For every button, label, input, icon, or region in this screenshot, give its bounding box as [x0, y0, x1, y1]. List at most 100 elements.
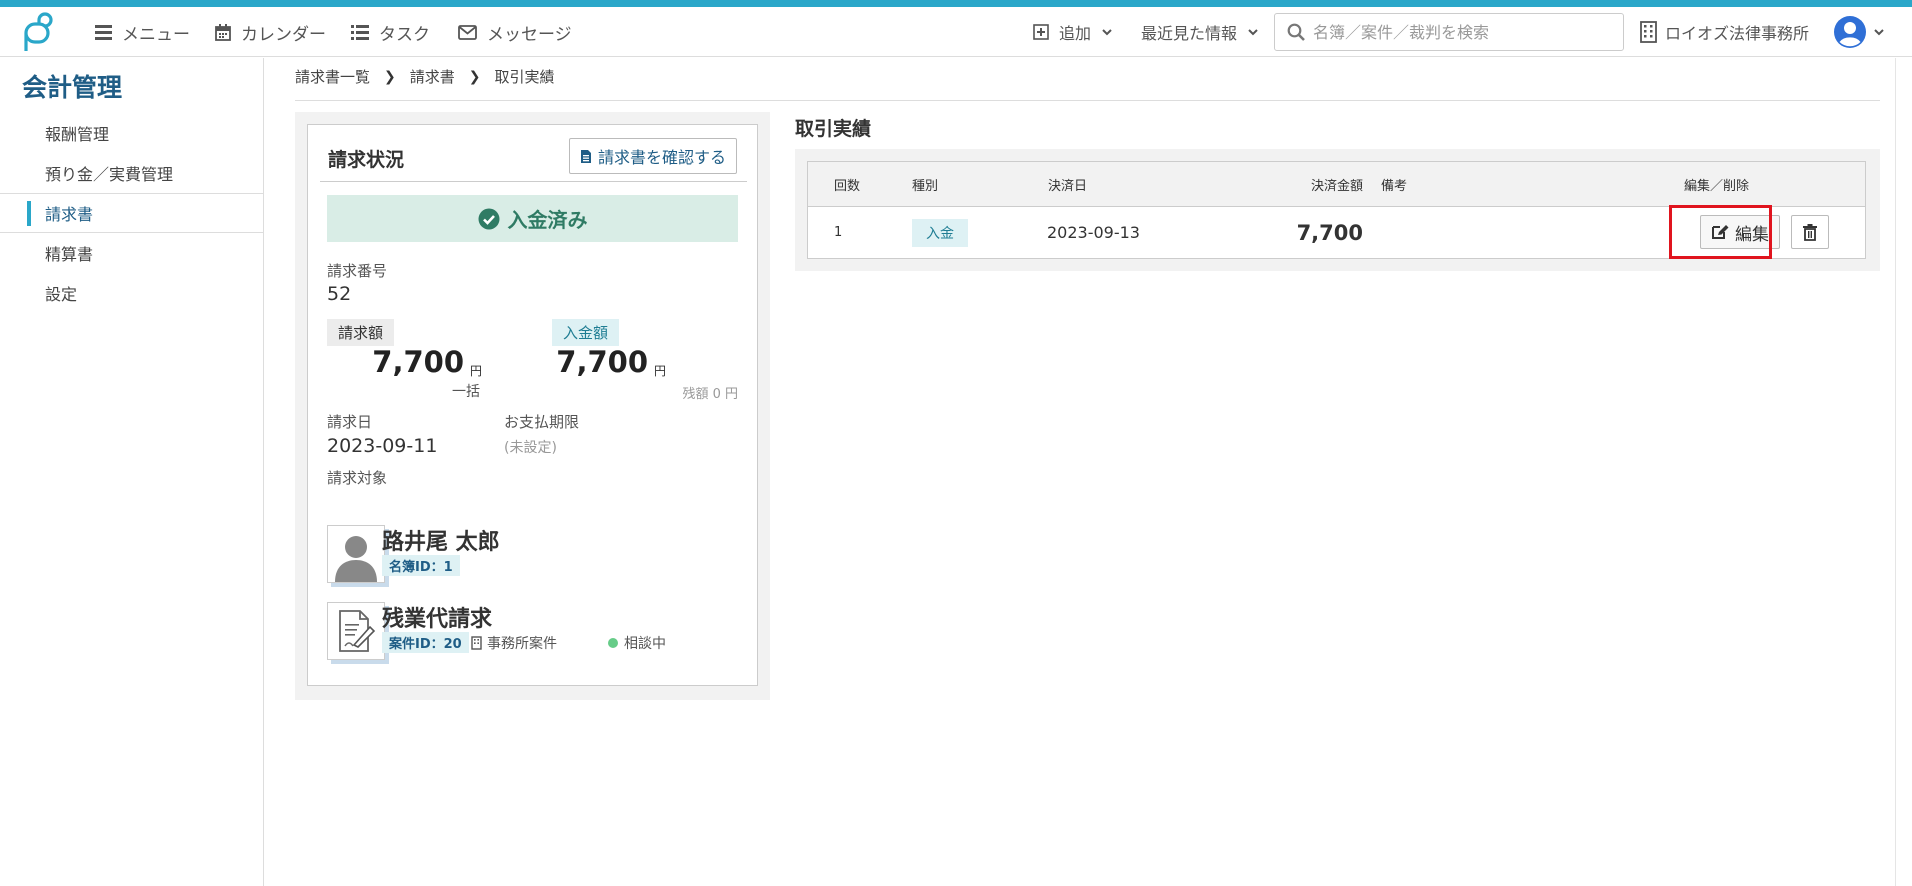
billed-amount-value: 7,700 — [372, 345, 464, 379]
case-status-label: 相談中 — [624, 636, 666, 652]
sidebar-item-label: 精算書 — [45, 245, 94, 264]
recent-label: 最近見た情報 — [1141, 24, 1238, 43]
message-label: メッセージ — [487, 24, 572, 45]
sidebar-item-deposit-management[interactable]: 預り金／実費管理 — [0, 153, 263, 193]
header-amount: 決済金額 — [1310, 179, 1363, 194]
case-type-label: 事務所案件 — [487, 636, 557, 652]
person-avatar-image — [327, 525, 385, 583]
recent-dropdown[interactable]: 最近見た情報 — [1141, 7, 1258, 57]
payment-status-banner: 入金済み — [327, 195, 738, 242]
transactions-table: 回数 種別 決済日 決済金額 備考 編集／削除 1 入金 2023-09-13 … — [807, 161, 1866, 259]
sidebar-item-label: 設定 — [45, 285, 78, 304]
row-type: 入金 — [912, 207, 968, 258]
case-type: 事務所案件 — [471, 633, 557, 653]
firm-name: ロイオズ法律事務所 — [1665, 24, 1810, 43]
building-icon — [471, 636, 482, 650]
sidebar-item-label: 請求書 — [45, 205, 94, 224]
sidebar-item-label: 報酬管理 — [45, 125, 110, 144]
paid-amount-value: 7,700 — [556, 345, 648, 379]
scrollbar-track[interactable] — [1895, 58, 1912, 886]
add-label: 追加 — [1059, 24, 1092, 43]
billed-amount-unit: 円 — [470, 364, 483, 378]
search-box[interactable] — [1274, 13, 1624, 51]
billed-amount-note: 一括 — [452, 384, 480, 400]
task-label: タスク — [379, 24, 430, 45]
user-avatar-icon — [1834, 16, 1866, 48]
remaining-amount: 残額 0 円 — [682, 387, 738, 402]
invoice-status-panel: 請求状況 請求書を確認する 入金済み 請求番号 52 請求額 入金額 7,700… — [295, 112, 770, 700]
chevron-right-icon: ❯ — [468, 68, 481, 85]
breadcrumb: 請求書一覧 ❯ 請求書 ❯ 取引実績 — [295, 66, 555, 87]
sidebar-item-settings[interactable]: 設定 — [0, 273, 263, 313]
delete-button[interactable] — [1791, 215, 1829, 249]
person-name[interactable]: 路井尾 太郎 — [382, 524, 500, 556]
confirm-invoice-label: 請求書を確認する — [597, 148, 726, 167]
sidebar-item-fee-management[interactable]: 報酬管理 — [0, 113, 263, 153]
paid-amount-unit: 円 — [654, 364, 667, 378]
table-header: 回数 種別 決済日 決済金額 備考 編集／削除 — [808, 162, 1865, 207]
person-id-badge: 名簿ID：1 — [382, 555, 460, 576]
case-icon-box — [327, 602, 385, 660]
add-dropdown[interactable]: 追加 — [1033, 7, 1112, 57]
top-accent-line — [0, 0, 1912, 7]
card-divider — [320, 181, 747, 182]
invoice-status-title: 請求状況 — [328, 149, 405, 171]
edit-label: 編集 — [1735, 224, 1769, 245]
billing-target-label: 請求対象 — [327, 469, 388, 487]
top-bar: メニュー カレンダー タスク メッセージ 追加 最近見た情報 ロイオズ法律事務所 — [0, 7, 1912, 57]
row-amount: 7,700 — [1296, 220, 1363, 245]
invoice-number-value: 52 — [327, 283, 352, 305]
check-circle-icon — [478, 208, 499, 229]
chevron-down-icon — [1102, 28, 1112, 35]
header-actions: 編集／削除 — [1684, 179, 1750, 194]
sidebar-item-label: 預り金／実費管理 — [45, 165, 174, 184]
case-id-badge: 案件ID：20 — [382, 632, 469, 653]
app-logo[interactable] — [18, 11, 58, 53]
due-date-value: (未設定) — [504, 440, 557, 456]
user-menu[interactable] — [1834, 7, 1884, 57]
firm-switcher[interactable]: ロイオズ法律事務所 — [1640, 7, 1809, 57]
document-icon — [580, 149, 591, 163]
breadcrumb-invoice[interactable]: 請求書 — [410, 66, 455, 87]
paid-amount-label: 入金額 — [552, 319, 620, 346]
row-count: 1 — [834, 225, 843, 240]
invoice-number-label: 請求番号 — [327, 262, 388, 280]
calendar-label: カレンダー — [241, 24, 326, 45]
envelope-icon — [458, 24, 477, 40]
search-icon — [1287, 23, 1305, 41]
building-icon — [1640, 21, 1657, 43]
breadcrumb-divider — [295, 100, 1880, 101]
status-dot-icon — [608, 638, 618, 648]
transactions-title: 取引実績 — [795, 118, 872, 140]
trash-icon — [1803, 223, 1817, 241]
case-name[interactable]: 残業代請求 — [382, 601, 492, 633]
billed-amount-label: 請求額 — [327, 319, 395, 346]
breadcrumb-invoice-list[interactable]: 請求書一覧 — [295, 66, 370, 87]
header-count: 回数 — [834, 179, 861, 194]
sidebar: 会計管理 報酬管理 預り金／実費管理 請求書 精算書 設定 — [0, 58, 264, 886]
confirm-invoice-button[interactable]: 請求書を確認する — [569, 138, 737, 174]
chevron-down-icon — [1248, 28, 1258, 35]
person-silhouette-icon — [335, 536, 377, 582]
type-badge: 入金 — [912, 218, 968, 247]
message-button[interactable]: メッセージ — [458, 7, 572, 57]
contract-document-icon — [339, 610, 376, 652]
hamburger-icon — [95, 24, 112, 40]
sidebar-item-settlement[interactable]: 精算書 — [0, 233, 263, 273]
header-note: 備考 — [1381, 179, 1408, 194]
breadcrumb-current: 取引実績 — [494, 68, 555, 86]
calendar-icon — [215, 23, 231, 41]
invoice-date-value: 2023-09-11 — [327, 435, 438, 457]
menu-button[interactable]: メニュー — [95, 7, 190, 57]
invoice-date-label: 請求日 — [327, 413, 373, 431]
task-button[interactable]: タスク — [351, 7, 430, 57]
transactions-panel: 回数 種別 決済日 決済金額 備考 編集／削除 1 入金 2023-09-13 … — [795, 149, 1880, 271]
sidebar-item-invoice[interactable]: 請求書 — [0, 193, 263, 233]
chevron-right-icon: ❯ — [384, 68, 396, 85]
search-input[interactable] — [1313, 22, 1613, 42]
calendar-button[interactable]: カレンダー — [215, 7, 326, 57]
sidebar-title: 会計管理 — [22, 73, 123, 102]
row-date: 2023-09-13 — [1047, 223, 1140, 242]
edit-button[interactable]: 編集 — [1700, 215, 1780, 249]
menu-label: メニュー — [122, 24, 190, 45]
